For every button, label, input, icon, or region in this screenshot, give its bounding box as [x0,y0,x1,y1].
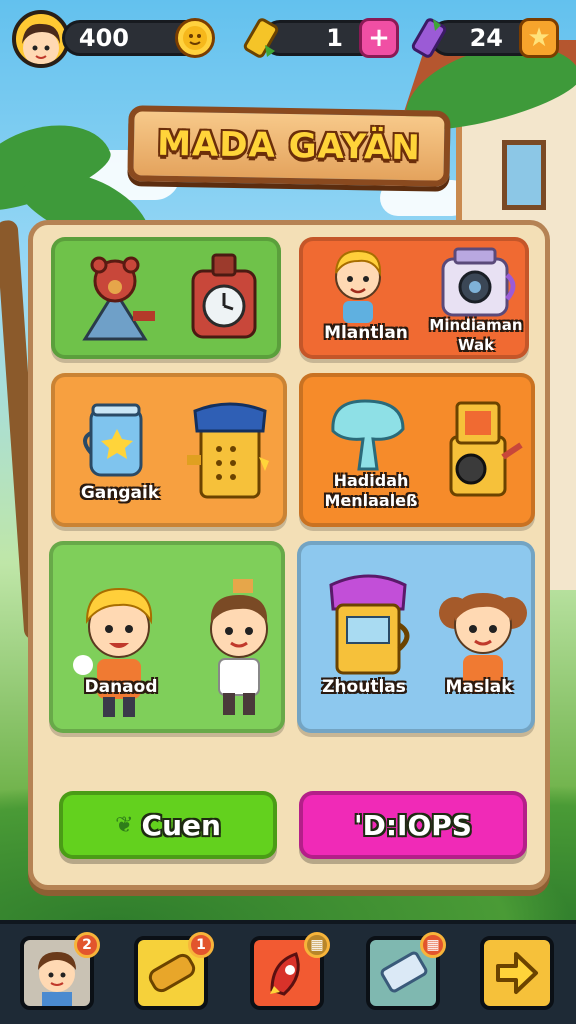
collection-card-6[interactable]: Zhoutlas Maslak [297,541,535,733]
nav-ticket-button[interactable]: ▦ [366,932,446,1010]
gem-pack-icon [411,13,453,63]
nav-scroll-badge: 1 [188,932,214,958]
bottom-navigation: 2 1 ▦ ▦ [0,920,576,1024]
game-title: MADA GAYÄN [156,123,422,169]
blond-kid-character-icon [335,249,382,323]
crystal-mushroom-icon [331,399,405,471]
nav-next-button[interactable] [480,936,554,1010]
nav-rocket-button[interactable]: ▦ [250,932,330,1010]
card-6-label-right: Maslak [445,677,513,697]
coins-counter: 400 [62,18,215,58]
card-4-label: Hadidah Menlaaleß [324,471,418,510]
green-action-label: Cuen [141,808,221,842]
tickets-counter: 1 + [243,18,399,58]
potion-jar-icon [83,403,143,477]
card-3-label: Gangaik [80,483,160,503]
nav-characters-button[interactable]: 2 [20,932,100,1010]
house-window [502,140,546,210]
card-5-label: Danaod [84,677,158,697]
add-tickets-button[interactable]: + [359,18,399,58]
pink-action-button[interactable]: 'D:IOPS [299,791,527,859]
brown-hair-kid-character-icon [210,579,268,715]
nav-scroll-button[interactable]: 1 [134,932,214,1010]
speaker-machine-icon [449,401,523,497]
collection-card-2[interactable]: Mlantlan Mindiaman Wak [299,237,529,359]
coins-value: 400 [78,24,129,52]
card-2-label-right: Mindiaman Wak [429,316,523,354]
collection-panel: Mlantlan Mindiaman Wak Gangaik Hadidah M… [28,220,550,890]
arrow-right-icon [496,952,538,994]
collection-card-4[interactable]: Hadidah Menlaaleß [299,373,535,527]
pink-action-label: 'D:IOPS [354,808,472,842]
nav-characters-badge: 2 [74,932,100,958]
leaf-icon: ❦ [115,812,134,838]
nav-rocket-badge: ▦ [304,932,330,958]
resource-bar: 400 1 + 24 ★ [0,8,576,68]
collection-card-5[interactable]: Danaod [49,541,285,733]
collection-card-3[interactable]: Gangaik [51,373,287,527]
blond-boy-character-icon [73,587,153,717]
gems-counter: 24 ★ [411,18,559,58]
card-6-label-left: Zhoutlas [322,677,406,697]
title-banner: MADA GAYÄN [127,105,451,187]
ticket-icon [243,13,285,63]
dice-box-machine-icon [187,402,269,499]
tickets-value: 1 [326,24,343,52]
camera-machine-icon [441,247,516,317]
green-action-button[interactable]: ❦ Cuen [59,791,277,859]
treasure-box-machine-icon [329,574,410,675]
teddy-bear-toy-icon [82,256,155,341]
collection-card-1[interactable] [51,237,281,359]
card-2-label-left: Mlantlan [324,323,408,343]
coin-icon [175,18,215,58]
clock-machine-icon [191,253,257,339]
gems-value: 24 [469,24,503,52]
add-gems-button[interactable]: ★ [519,18,559,58]
nav-ticket-badge: ▦ [420,932,446,958]
